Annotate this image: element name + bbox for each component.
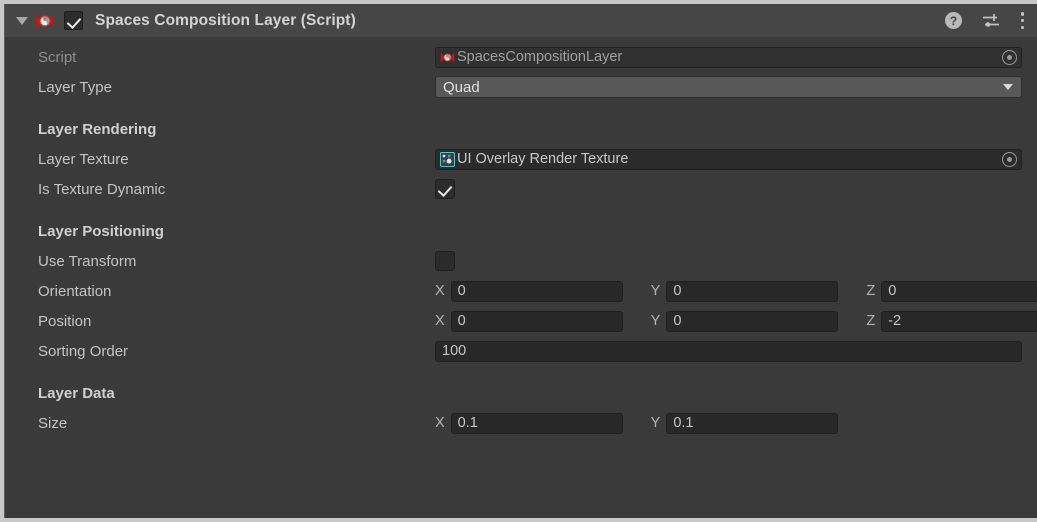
- foldout-triangle-icon[interactable]: [13, 12, 31, 30]
- row-size: Size X 0.1 Y 0.1: [5, 408, 1037, 438]
- row-script: Script SpacesCompositionLayer: [5, 42, 1037, 72]
- position-z-group: Z -2: [866, 310, 1037, 332]
- field-size: X 0.1 Y 0.1: [435, 408, 1022, 438]
- label-sorting-order: Sorting Order: [38, 342, 129, 360]
- position-y-input[interactable]: 0: [666, 310, 839, 332]
- cs-script-icon: [440, 50, 455, 65]
- kebab-menu-icon: [1020, 12, 1025, 29]
- axis-label-x: X: [435, 415, 445, 431]
- section-header-layer-data: Layer Data: [5, 378, 1037, 408]
- position-x-group: X 0: [435, 310, 623, 332]
- object-picker-icon[interactable]: [1002, 151, 1017, 167]
- label-script: Script: [38, 48, 77, 66]
- orientation-x-input[interactable]: 0: [450, 280, 623, 302]
- row-layer-type: Layer Type Quad: [5, 72, 1037, 102]
- section-title: Layer Data: [38, 384, 115, 402]
- label-is-texture-dynamic: Is Texture Dynamic: [38, 180, 166, 198]
- row-position: Position X 0 Y 0 Z -2: [5, 306, 1037, 336]
- size-x-input[interactable]: 0.1: [450, 412, 623, 434]
- position-x-input[interactable]: 0: [450, 310, 623, 332]
- axis-label-x: X: [435, 313, 445, 329]
- axis-label-z: Z: [866, 313, 876, 329]
- row-orientation: Orientation X 0 Y 0 Z 0: [5, 276, 1037, 306]
- help-button[interactable]: ?: [945, 12, 962, 29]
- orientation-y-input[interactable]: 0: [666, 280, 839, 302]
- label-size: Size: [38, 414, 68, 432]
- axis-label-y: Y: [650, 415, 661, 431]
- layer-type-value: Quad: [443, 78, 480, 96]
- axis-label-y: Y: [650, 313, 661, 329]
- preset-button[interactable]: [982, 13, 1000, 29]
- label-position: Position: [38, 312, 92, 330]
- inspector-panel: Spaces Composition Layer (Script) ? Scri…: [4, 4, 1037, 518]
- row-use-transform: Use Transform: [5, 246, 1037, 276]
- section-title: Layer Positioning: [38, 222, 164, 240]
- label-use-transform: Use Transform: [38, 252, 137, 270]
- field-script: SpacesCompositionLayer: [435, 42, 1022, 72]
- axis-label-x: X: [435, 283, 445, 299]
- header-icon-group: ?: [945, 4, 1025, 37]
- screenshot-root: Spaces Composition Layer (Script) ? Scri…: [0, 0, 1037, 522]
- axis-label-z: Z: [866, 283, 876, 299]
- orientation-x-group: X 0: [435, 280, 623, 302]
- label-orientation: Orientation: [38, 282, 112, 300]
- section-header-layer-rendering: Layer Rendering: [5, 114, 1037, 144]
- row-layer-texture: Layer Texture UI Overlay Render Texture: [5, 144, 1037, 174]
- component-title: Spaces Composition Layer (Script): [95, 11, 356, 29]
- section-title: Layer Rendering: [38, 120, 157, 138]
- label-layer-texture: Layer Texture: [38, 150, 129, 168]
- preset-icon: [983, 13, 999, 27]
- field-layer-type: Quad: [435, 72, 1022, 102]
- field-layer-texture: UI Overlay Render Texture: [435, 144, 1022, 174]
- size-y-group: Y 0.1: [650, 412, 839, 434]
- position-z-input[interactable]: -2: [881, 310, 1037, 332]
- size-y-input[interactable]: 0.1: [666, 412, 839, 434]
- layer-type-dropdown[interactable]: Quad: [435, 76, 1022, 98]
- orientation-z-group: Z 0: [866, 280, 1037, 302]
- axis-label-y: Y: [650, 283, 661, 299]
- triangle-down-icon: [16, 16, 28, 25]
- field-sorting-order: 100: [435, 336, 1022, 366]
- chevron-down-icon: [1003, 84, 1013, 90]
- context-menu-button[interactable]: [1020, 12, 1025, 29]
- field-is-texture-dynamic: [435, 174, 1022, 204]
- inspector-body: Script SpacesCompositionLayer Layer Type…: [5, 37, 1037, 438]
- script-field-value: SpacesCompositionLayer: [457, 49, 623, 65]
- sorting-order-input[interactable]: 100: [435, 340, 1022, 362]
- field-orientation: X 0 Y 0 Z 0: [435, 276, 1037, 306]
- unity-script-icon: [35, 11, 55, 31]
- row-is-texture-dynamic: Is Texture Dynamic: [5, 174, 1037, 204]
- render-texture-icon: [440, 151, 455, 167]
- layer-texture-value: UI Overlay Render Texture: [457, 151, 629, 167]
- row-sorting-order: Sorting Order 100: [5, 336, 1037, 366]
- orientation-y-group: Y 0: [650, 280, 839, 302]
- use-transform-checkbox[interactable]: [435, 251, 455, 271]
- object-picker-icon[interactable]: [1002, 49, 1017, 65]
- size-x-group: X 0.1: [435, 412, 623, 434]
- component-header[interactable]: Spaces Composition Layer (Script) ?: [5, 4, 1037, 37]
- orientation-z-input[interactable]: 0: [881, 280, 1037, 302]
- component-enabled-checkbox[interactable]: [64, 11, 83, 30]
- help-icon: ?: [945, 12, 962, 29]
- section-header-layer-positioning: Layer Positioning: [5, 216, 1037, 246]
- script-object-field[interactable]: SpacesCompositionLayer: [435, 46, 1022, 68]
- label-layer-type: Layer Type: [38, 78, 112, 96]
- is-texture-dynamic-checkbox[interactable]: [435, 179, 455, 199]
- field-use-transform: [435, 246, 1022, 276]
- position-y-group: Y 0: [650, 310, 839, 332]
- layer-texture-object-field[interactable]: UI Overlay Render Texture: [435, 148, 1022, 170]
- field-position: X 0 Y 0 Z -2: [435, 306, 1037, 336]
